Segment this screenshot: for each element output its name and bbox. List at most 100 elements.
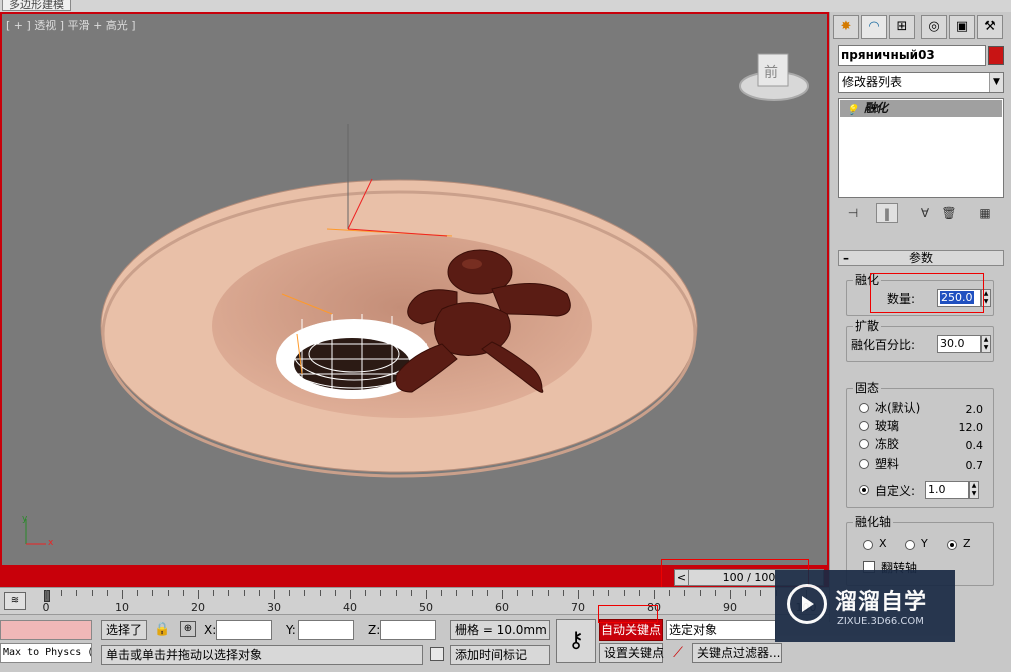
ruler-tick — [684, 590, 686, 596]
spread-group: 扩散 融化百分比: 30.0 ▲ ▼ — [846, 319, 994, 362]
create-icon[interactable]: ✸ — [833, 15, 859, 39]
ruler-number: 90 — [723, 601, 737, 614]
ruler-tick — [593, 590, 595, 596]
radio-custom[interactable] — [859, 485, 869, 495]
radio-axis-x[interactable] — [863, 540, 873, 550]
rollout-parameters[interactable]: – 参数 — [838, 250, 1004, 266]
mini-curve-editor-icon[interactable]: ≋ — [4, 592, 26, 610]
lock-icon[interactable]: 🔒 — [154, 622, 170, 637]
prev-frame-button[interactable]: < — [675, 570, 689, 585]
ruler-tick — [304, 590, 306, 596]
x-label: X: — [204, 623, 217, 637]
ruler-tick — [152, 590, 154, 596]
ruler-tick — [638, 590, 640, 596]
option-glass-value: 12.0 — [958, 421, 984, 434]
ruler-tick — [350, 590, 351, 599]
ruler-tick — [46, 590, 47, 599]
ruler-tick — [289, 590, 291, 596]
z-field[interactable] — [380, 620, 436, 640]
ruler-number: 40 — [343, 601, 357, 614]
watermark: 溜溜自学 ZIXUE.3D66.COM — [775, 570, 955, 642]
scene-render — [25, 53, 809, 545]
absolute-mode-icon[interactable]: ⊕ — [180, 621, 196, 637]
modify-icon[interactable]: ◠ — [861, 15, 887, 39]
title-strip: 多边形建模 — [0, 0, 1011, 12]
add-time-tag-icon[interactable] — [430, 647, 444, 661]
tripod-x-label: x — [48, 538, 54, 548]
solidity-group: 固态 冰(默认) 2.0 玻璃 12.0 冻胶 0.4 塑料 0.7 自定义: … — [846, 381, 994, 508]
show-end-result-icon[interactable]: ‖ — [876, 203, 898, 223]
ruler-tick — [623, 590, 625, 596]
radio-axis-z[interactable] — [947, 540, 957, 550]
option-glass-label: 玻璃 — [875, 419, 900, 433]
spread-spinner[interactable]: 30.0 — [937, 335, 981, 353]
key-tangents-icon[interactable]: ⟋ — [668, 645, 688, 665]
maxscript-mini-listener[interactable]: Max to Physcs ( — [0, 643, 92, 663]
ruler-tick — [578, 590, 579, 599]
ruler-number: 20 — [191, 601, 205, 614]
ruler-tick — [395, 590, 397, 596]
radio-glass[interactable] — [859, 421, 869, 431]
ruler-tick — [486, 590, 488, 596]
radio-jelly[interactable] — [859, 439, 869, 449]
selection-count: 选择了 — [101, 620, 148, 640]
expand-icon[interactable]: + — [870, 104, 878, 112]
ruler-tick — [380, 590, 382, 596]
utilities-icon[interactable]: ⚒ — [977, 15, 1003, 39]
y-label: Y: — [286, 623, 296, 637]
pin-stack-icon[interactable]: ⊣ — [842, 203, 864, 223]
collapse-icon[interactable]: – — [843, 251, 849, 265]
ruler-tick — [198, 590, 199, 599]
document-tab[interactable]: 多边形建模 — [2, 0, 71, 11]
modifier-list-dropdown[interactable]: 修改器列表 ▼ — [838, 72, 1004, 93]
viewport-label[interactable]: [ + ] 透视 ] 平滑 + 高光 ] — [6, 17, 136, 33]
radio-axis-y[interactable] — [905, 540, 915, 550]
ruler-tick — [471, 590, 473, 596]
stack-item-melt[interactable]: 💡 融化 — [840, 100, 1002, 117]
gingerbread-highlight — [462, 259, 482, 269]
object-name-field[interactable]: пряничный03 — [838, 45, 986, 66]
key-filters-button[interactable]: 关键点过滤器... — [692, 643, 782, 663]
key-mode-select[interactable]: 选定对象 — [666, 620, 776, 640]
maxscript-listener-pink[interactable] — [0, 620, 92, 640]
radio-plastic[interactable] — [859, 459, 869, 469]
chevron-down-icon[interactable]: ▼ — [989, 73, 1003, 92]
set-key-icon[interactable]: ⚷ — [556, 619, 596, 663]
set-key-button[interactable]: 设置关键点 — [599, 643, 664, 663]
ruler-number: 10 — [115, 601, 129, 614]
watermark-url: ZIXUE.3D66.COM — [837, 616, 924, 627]
play-logo-icon — [787, 584, 827, 624]
ruler-tick — [502, 590, 503, 599]
viewcube-face-label[interactable]: 前 — [764, 62, 778, 82]
option-jelly-label: 冻胶 — [875, 437, 900, 451]
ruler-tick — [730, 590, 731, 599]
modifier-stack[interactable]: 💡 融化 + — [838, 98, 1004, 198]
ruler-tick — [167, 590, 169, 596]
lightbulb-icon[interactable]: 💡 — [846, 102, 858, 119]
custom-spinner[interactable]: 1.0 — [925, 481, 969, 499]
motion-icon[interactable]: ◎ — [921, 15, 947, 39]
track-bar[interactable]: ≋ 0102030405060708090100 — [0, 587, 829, 614]
object-color-swatch[interactable] — [988, 46, 1004, 65]
x-field[interactable] — [216, 620, 272, 640]
axis-z-label: Z — [963, 537, 971, 550]
make-unique-icon[interactable]: ∀ — [914, 203, 936, 223]
custom-spinner-arrows[interactable]: ▲ ▼ — [969, 481, 979, 499]
ruler-tick — [365, 590, 367, 596]
hierarchy-icon[interactable]: ⊞ — [889, 15, 915, 39]
track-ruler[interactable]: 0102030405060708090100 — [36, 590, 826, 614]
ruler-tick — [517, 590, 519, 596]
perspective-viewport[interactable]: [ + ] 透视 ] 平滑 + 高光 ] 前 y x — [0, 12, 829, 567]
add-time-tag[interactable]: 添加时间标记 — [450, 645, 550, 665]
prompt-line: 单击或单击并拖动以选择对象 — [101, 645, 423, 665]
display-icon[interactable]: ▣ — [949, 15, 975, 39]
y-field[interactable] — [298, 620, 354, 640]
spread-spinner-arrows[interactable]: ▲ ▼ — [981, 335, 991, 353]
ruler-tick — [334, 590, 336, 596]
ruler-tick — [258, 590, 260, 596]
custom-label: 自定义: — [875, 484, 916, 498]
spread-label: 融化百分比: — [851, 338, 916, 352]
configure-modifier-sets-icon[interactable]: ▦ — [974, 203, 996, 223]
remove-modifier-icon[interactable]: 🗑 — [938, 203, 960, 223]
radio-ice[interactable] — [859, 403, 869, 413]
